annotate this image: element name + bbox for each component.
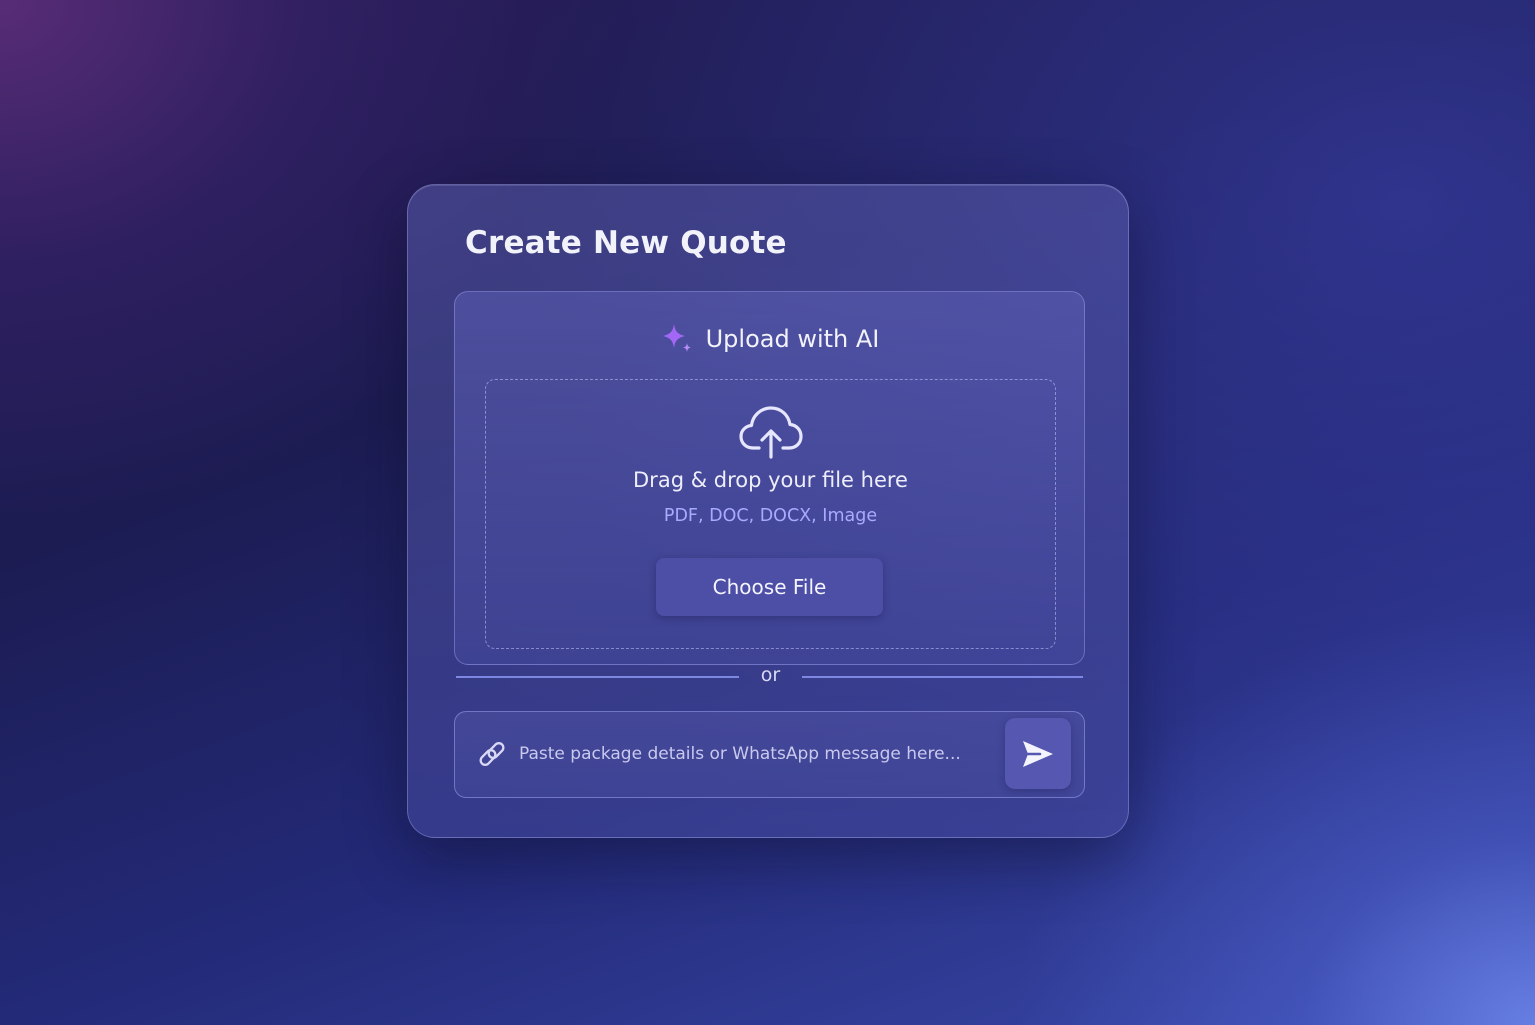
paste-details-input[interactable] (519, 734, 989, 774)
paste-details-bar (454, 711, 1085, 798)
divider-label: or (760, 664, 781, 686)
send-button[interactable] (1005, 718, 1071, 789)
page-title: Create New Quote (465, 225, 787, 261)
create-quote-card: Create New Quote Upload with AI Drag & d… (407, 184, 1129, 838)
dropzone-primary-text: Drag & drop your file here (633, 468, 908, 492)
divider-line-left (456, 676, 739, 678)
divider-line-right (802, 676, 1083, 678)
cloud-upload-icon (737, 404, 805, 460)
upload-header: Upload with AI (455, 322, 1084, 356)
choose-file-button[interactable]: Choose File (656, 558, 883, 616)
link-icon (477, 739, 507, 769)
file-dropzone[interactable]: Drag & drop your file here PDF, DOC, DOC… (485, 379, 1056, 649)
upload-with-ai-panel: Upload with AI Drag & drop your file her… (454, 291, 1085, 665)
send-icon (1020, 738, 1056, 770)
supported-formats: PDF, DOC, DOCX, Image (663, 506, 878, 526)
sparkle-icon (660, 322, 694, 356)
upload-title: Upload with AI (705, 325, 880, 353)
or-divider: or (454, 664, 1085, 691)
